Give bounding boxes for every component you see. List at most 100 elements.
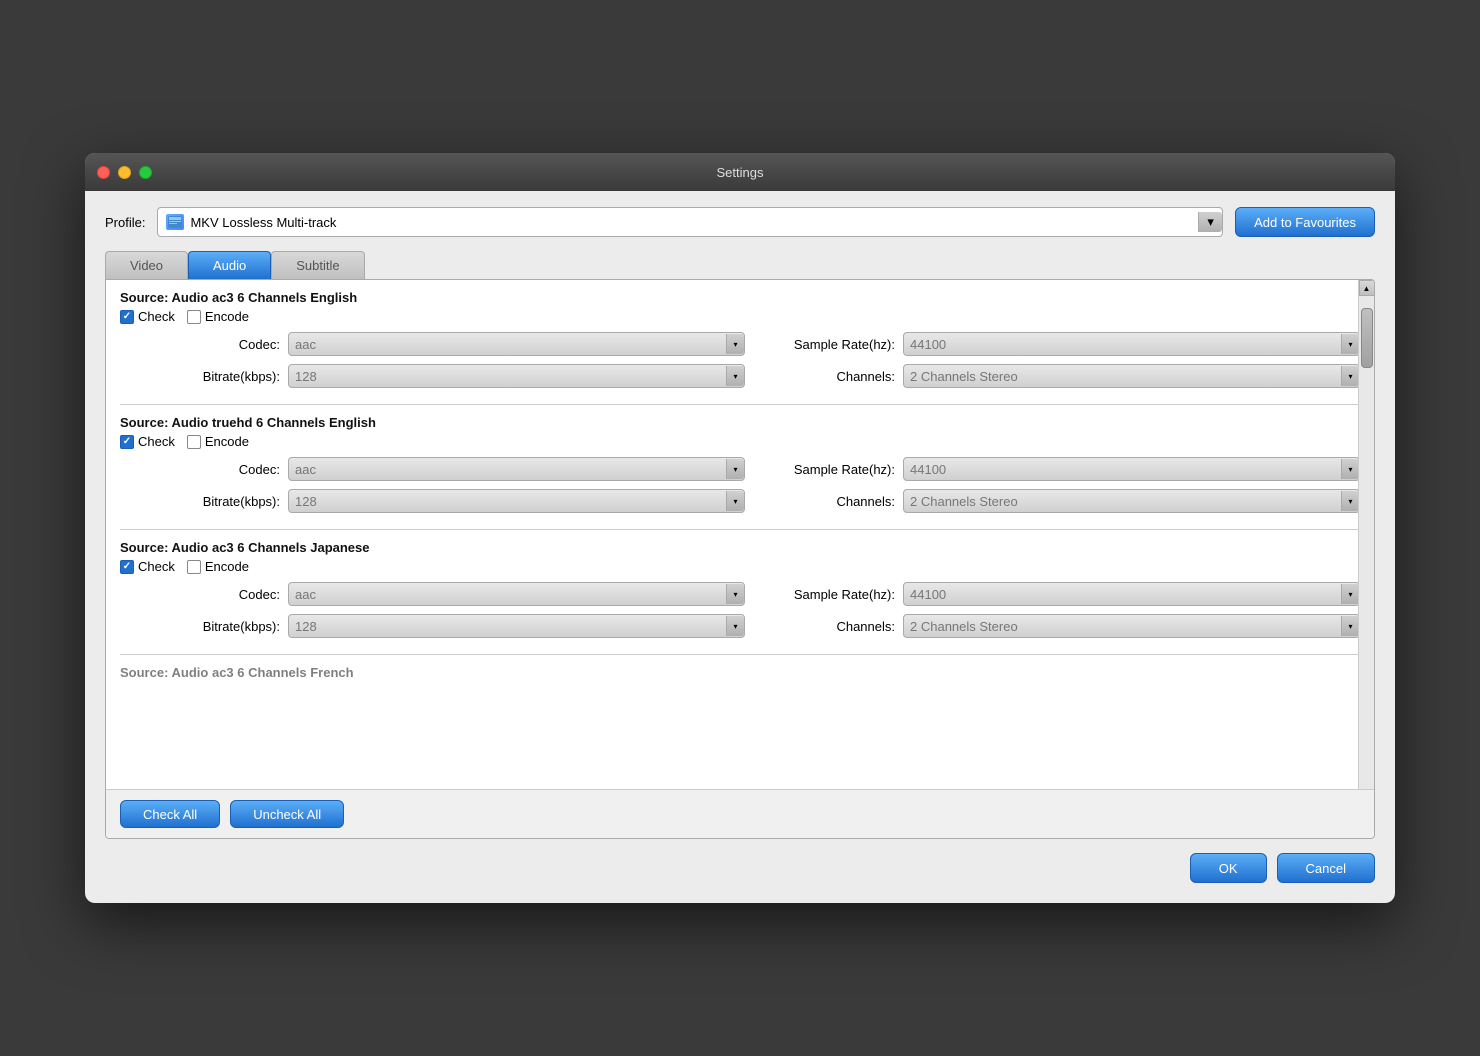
check-row-2: Check Encode (120, 434, 1360, 449)
codec-select-2[interactable]: aac ▾ (288, 457, 745, 481)
bitrate-select-2[interactable]: 128 ▾ (288, 489, 745, 513)
codec-label-2: Codec: (150, 462, 280, 477)
scroll-up-arrow[interactable]: ▲ (1359, 280, 1375, 296)
fields-grid-1: Codec: aac ▾ Sample Rate(hz): 44100 ▾ (120, 332, 1360, 388)
codec-value-2: aac (295, 462, 726, 477)
channels-arrow-3: ▾ (1341, 616, 1359, 636)
codec-select-1[interactable]: aac ▾ (288, 332, 745, 356)
encode-label-2: Encode (205, 434, 249, 449)
check-checkbox-2[interactable] (120, 435, 134, 449)
bitrate-row-3: Bitrate(kbps): 128 ▾ (150, 614, 745, 638)
samplerate-select-2[interactable]: 44100 ▾ (903, 457, 1360, 481)
encode-checkbox-3[interactable] (187, 560, 201, 574)
check-checkbox-1[interactable] (120, 310, 134, 324)
samplerate-select-3[interactable]: 44100 ▾ (903, 582, 1360, 606)
codec-row-1: Codec: aac ▾ (150, 332, 745, 356)
check-all-button[interactable]: Check All (120, 800, 220, 828)
channels-row-2: Channels: 2 Channels Stereo ▾ (765, 489, 1360, 513)
encode-label-3: Encode (205, 559, 249, 574)
bitrate-select-3[interactable]: 128 ▾ (288, 614, 745, 638)
add-favourites-button[interactable]: Add to Favourites (1235, 207, 1375, 237)
samplerate-value-2: 44100 (910, 462, 1341, 477)
profile-row: Profile: MKV Lossless Multi-track ▾ Add … (105, 207, 1375, 237)
channels-label-3: Channels: (765, 619, 895, 634)
channels-value-1: 2 Channels Stereo (910, 369, 1341, 384)
check-label-3: Check (138, 559, 175, 574)
profile-label: Profile: (105, 215, 145, 230)
profile-icon (166, 214, 184, 230)
tab-subtitle[interactable]: Subtitle (271, 251, 364, 279)
codec-row-2: Codec: aac ▾ (150, 457, 745, 481)
traffic-lights (97, 166, 152, 179)
maximize-button[interactable] (139, 166, 152, 179)
bitrate-select-1[interactable]: 128 ▾ (288, 364, 745, 388)
samplerate-select-1[interactable]: 44100 ▾ (903, 332, 1360, 356)
codec-value-3: aac (295, 587, 726, 602)
cancel-button[interactable]: Cancel (1277, 853, 1375, 883)
source-label-4-partial: Source: Audio ac3 6 Channels French (120, 665, 1360, 680)
samplerate-value-3: 44100 (910, 587, 1341, 602)
codec-arrow-3: ▾ (726, 584, 744, 604)
bitrate-value-1: 128 (295, 369, 726, 384)
bitrate-arrow-2: ▾ (726, 491, 744, 511)
source-label-3: Source: Audio ac3 6 Channels Japanese (120, 540, 1360, 555)
bitrate-label-1: Bitrate(kbps): (150, 369, 280, 384)
codec-arrow-1: ▾ (726, 334, 744, 354)
profile-name: MKV Lossless Multi-track (190, 215, 1192, 230)
source-label-2: Source: Audio truehd 6 Channels English (120, 415, 1360, 430)
fields-grid-2: Codec: aac ▾ Sample Rate(hz): 44100 ▾ (120, 457, 1360, 513)
bitrate-label-3: Bitrate(kbps): (150, 619, 280, 634)
codec-row-3: Codec: aac ▾ (150, 582, 745, 606)
samplerate-row-1: Sample Rate(hz): 44100 ▾ (765, 332, 1360, 356)
minimize-button[interactable] (118, 166, 131, 179)
samplerate-arrow-1: ▾ (1341, 334, 1359, 354)
codec-value-1: aac (295, 337, 726, 352)
bitrate-row-1: Bitrate(kbps): 128 ▾ (150, 364, 745, 388)
divider-3 (120, 654, 1360, 655)
bitrate-label-2: Bitrate(kbps): (150, 494, 280, 509)
window-title: Settings (717, 165, 764, 180)
uncheck-all-button[interactable]: Uncheck All (230, 800, 344, 828)
codec-label-3: Codec: (150, 587, 280, 602)
panel-bottom-buttons: Check All Uncheck All (106, 789, 1374, 838)
samplerate-arrow-2: ▾ (1341, 459, 1359, 479)
samplerate-label-3: Sample Rate(hz): (765, 587, 895, 602)
tab-video[interactable]: Video (105, 251, 188, 279)
footer-buttons: OK Cancel (105, 839, 1375, 883)
scroll-content: Source: Audio ac3 6 Channels English Che… (106, 280, 1374, 838)
samplerate-row-3: Sample Rate(hz): 44100 ▾ (765, 582, 1360, 606)
close-button[interactable] (97, 166, 110, 179)
channels-select-3[interactable]: 2 Channels Stereo ▾ (903, 614, 1360, 638)
bitrate-value-3: 128 (295, 619, 726, 634)
main-content: Profile: MKV Lossless Multi-track ▾ Add … (85, 191, 1395, 903)
codec-label-1: Codec: (150, 337, 280, 352)
titlebar: Settings (85, 153, 1395, 191)
ok-button[interactable]: OK (1190, 853, 1267, 883)
channels-value-3: 2 Channels Stereo (910, 619, 1341, 634)
divider-1 (120, 404, 1360, 405)
channels-label-2: Channels: (765, 494, 895, 509)
codec-arrow-2: ▾ (726, 459, 744, 479)
tab-panel-audio: Source: Audio ac3 6 Channels English Che… (105, 279, 1375, 839)
profile-dropdown[interactable]: MKV Lossless Multi-track ▾ (157, 207, 1223, 237)
channels-select-1[interactable]: 2 Channels Stereo ▾ (903, 364, 1360, 388)
check-checkbox-3[interactable] (120, 560, 134, 574)
bitrate-row-2: Bitrate(kbps): 128 ▾ (150, 489, 745, 513)
samplerate-row-2: Sample Rate(hz): 44100 ▾ (765, 457, 1360, 481)
source-label-1: Source: Audio ac3 6 Channels English (120, 290, 1360, 305)
encode-checkbox-2[interactable] (187, 435, 201, 449)
scrollbar: ▲ ▼ (1358, 280, 1374, 838)
samplerate-value-1: 44100 (910, 337, 1341, 352)
codec-select-3[interactable]: aac ▾ (288, 582, 745, 606)
scroll-thumb[interactable] (1361, 308, 1373, 368)
tab-audio[interactable]: Audio (188, 251, 271, 279)
channels-select-2[interactable]: 2 Channels Stereo ▾ (903, 489, 1360, 513)
channels-label-1: Channels: (765, 369, 895, 384)
encode-checkbox-1[interactable] (187, 310, 201, 324)
profile-dropdown-arrow[interactable]: ▾ (1198, 212, 1222, 232)
audio-section-2: Source: Audio truehd 6 Channels English … (120, 415, 1360, 513)
tabs: Video Audio Subtitle (105, 251, 1375, 279)
check-row-1: Check Encode (120, 309, 1360, 324)
scroll-track[interactable] (1359, 296, 1374, 822)
bitrate-value-2: 128 (295, 494, 726, 509)
